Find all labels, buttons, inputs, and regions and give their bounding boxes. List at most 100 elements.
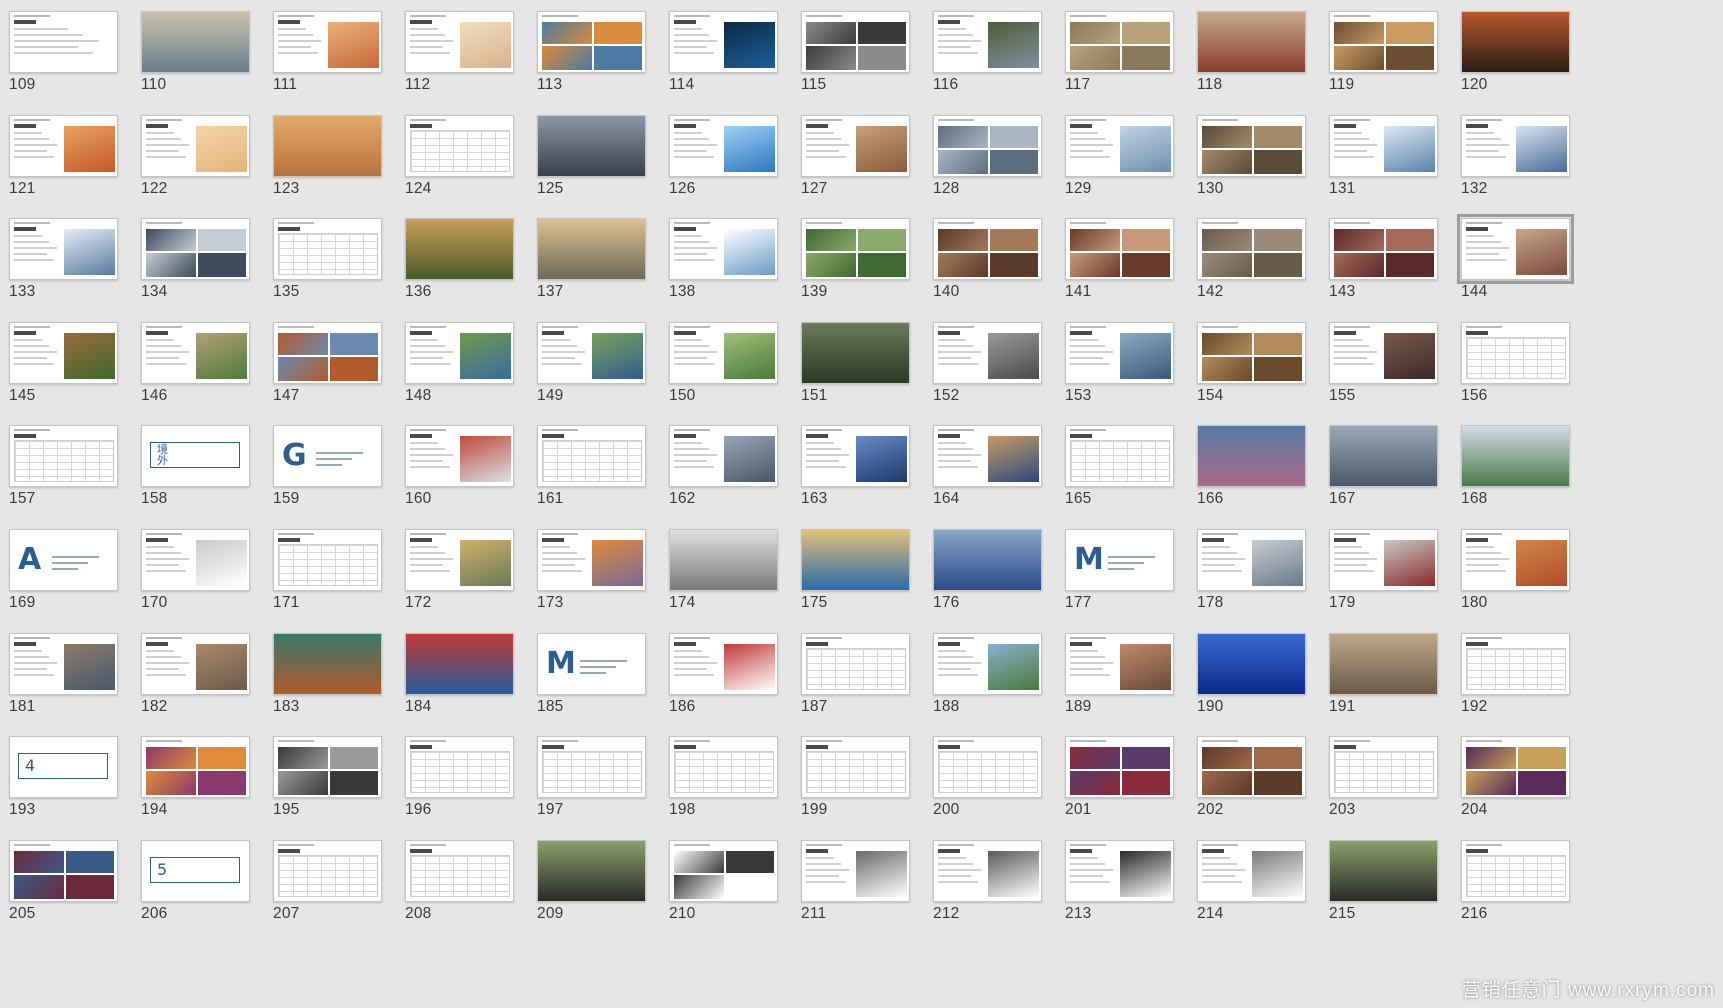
slide-preview[interactable] [1329, 632, 1438, 695]
slide-preview[interactable] [9, 321, 118, 384]
slide-thumbnail-115[interactable]: 115 [792, 0, 937, 114]
slide-preview[interactable] [405, 736, 514, 799]
slide-preview[interactable] [405, 114, 514, 177]
slide-thumbnail-208[interactable]: 208 [396, 829, 541, 943]
slide-thumbnail-142[interactable]: 142 [1188, 207, 1333, 321]
slide-preview[interactable] [1197, 425, 1306, 488]
slide-preview[interactable] [669, 321, 778, 384]
slide-preview[interactable] [1065, 425, 1174, 488]
slide-preview[interactable] [141, 736, 250, 799]
slide-thumbnail-128[interactable]: 128 [924, 104, 1069, 218]
slide-preview[interactable] [537, 839, 646, 902]
slide-preview[interactable] [933, 11, 1042, 73]
slide-preview[interactable] [1065, 218, 1174, 281]
slide-preview[interactable] [801, 839, 910, 902]
slide-preview[interactable] [273, 632, 382, 695]
slide-thumbnail-109[interactable]: 109 [0, 0, 145, 114]
slide-thumbnail-159[interactable]: G 159 [264, 414, 409, 528]
slide-thumbnail-209[interactable]: 209 [528, 829, 673, 943]
slide-thumbnail-177[interactable]: M 177 [1056, 518, 1201, 632]
slide-thumbnail-195[interactable]: 195 [264, 725, 409, 839]
slide-thumbnail-146[interactable]: 146 [132, 311, 277, 425]
slide-preview[interactable] [9, 218, 118, 281]
slide-thumbnail-170[interactable]: 170 [132, 518, 277, 632]
slide-thumbnail-132[interactable]: 132 [1452, 104, 1597, 218]
slide-thumbnail-153[interactable]: 153 [1056, 311, 1201, 425]
slide-preview[interactable] [1461, 632, 1570, 695]
slide-thumbnail-113[interactable]: 113 [528, 0, 673, 114]
slide-preview[interactable] [801, 11, 910, 73]
slide-preview[interactable] [933, 321, 1042, 384]
slide-thumbnail-155[interactable]: 155 [1320, 311, 1465, 425]
slide-preview[interactable] [1197, 321, 1306, 384]
slide-preview[interactable] [1329, 529, 1438, 591]
slide-preview[interactable] [537, 736, 646, 799]
slide-thumbnail-210[interactable]: 210 [660, 829, 805, 943]
slide-preview[interactable] [1461, 736, 1570, 799]
slide-thumbnail-194[interactable]: 194 [132, 725, 277, 839]
slide-thumbnail-152[interactable]: 152 [924, 311, 1069, 425]
slide-thumbnail-163[interactable]: 163 [792, 414, 937, 528]
slide-thumbnail-178[interactable]: 178 [1188, 518, 1333, 632]
slide-preview[interactable] [273, 736, 382, 799]
slide-thumbnail-162[interactable]: 162 [660, 414, 805, 528]
slide-thumbnail-198[interactable]: 198 [660, 725, 805, 839]
slide-preview[interactable] [669, 529, 778, 591]
slide-preview[interactable] [1329, 736, 1438, 799]
slide-preview[interactable]: M [537, 632, 646, 695]
slide-preview[interactable] [405, 529, 514, 591]
slide-thumbnail-174[interactable]: 174 [660, 518, 805, 632]
slide-preview[interactable] [669, 114, 778, 177]
slide-thumbnail-133[interactable]: 133 [0, 207, 145, 321]
slide-thumbnail-156[interactable]: 156 [1452, 311, 1597, 425]
slide-preview[interactable]: 境 外 [141, 425, 250, 488]
slide-thumbnail-185[interactable]: M 185 [528, 622, 673, 736]
slide-thumbnail-140[interactable]: 140 [924, 207, 1069, 321]
slide-thumbnail-149[interactable]: 149 [528, 311, 673, 425]
slide-preview[interactable] [141, 114, 250, 177]
slide-thumbnail-171[interactable]: 171 [264, 518, 409, 632]
slide-thumbnail-138[interactable]: 138 [660, 207, 805, 321]
slide-preview[interactable] [801, 529, 910, 591]
slide-thumbnail-216[interactable]: 216 [1452, 829, 1597, 943]
slide-thumbnail-160[interactable]: 160 [396, 414, 541, 528]
slide-thumbnail-147[interactable]: 147 [264, 311, 409, 425]
slide-preview[interactable] [1329, 839, 1438, 902]
slide-preview[interactable] [933, 425, 1042, 488]
slide-preview[interactable] [273, 218, 382, 281]
slide-thumbnail-110[interactable]: 110 [132, 0, 277, 114]
slide-preview[interactable] [933, 114, 1042, 177]
slide-thumbnail-117[interactable]: 117 [1056, 0, 1201, 114]
slide-thumbnail-200[interactable]: 200 [924, 725, 1069, 839]
slide-thumbnail-116[interactable]: 116 [924, 0, 1069, 114]
slide-thumbnail-111[interactable]: 111 [264, 0, 409, 114]
slide-preview[interactable] [405, 425, 514, 488]
slide-preview[interactable] [537, 425, 646, 488]
slide-thumbnail-207[interactable]: 207 [264, 829, 409, 943]
slide-thumbnail-180[interactable]: 180 [1452, 518, 1597, 632]
slide-preview[interactable] [1329, 321, 1438, 384]
slide-preview[interactable] [801, 218, 910, 281]
slide-preview[interactable] [405, 218, 514, 281]
slide-preview[interactable] [1065, 11, 1174, 73]
slide-preview[interactable] [1065, 736, 1174, 799]
slide-preview[interactable] [933, 218, 1042, 281]
slide-thumbnail-137[interactable]: 137 [528, 207, 673, 321]
slide-preview[interactable] [537, 321, 646, 384]
slide-preview[interactable]: 4 [9, 736, 118, 799]
slide-thumbnail-190[interactable]: 190 [1188, 622, 1333, 736]
slide-thumbnail-173[interactable]: 173 [528, 518, 673, 632]
slide-preview[interactable] [537, 218, 646, 281]
slide-thumbnail-211[interactable]: 211 [792, 829, 937, 943]
slide-thumbnail-183[interactable]: 183 [264, 622, 409, 736]
slide-thumbnail-165[interactable]: 165 [1056, 414, 1201, 528]
slide-thumbnail-192[interactable]: 192 [1452, 622, 1597, 736]
slide-preview[interactable] [405, 321, 514, 384]
slide-thumbnail-161[interactable]: 161 [528, 414, 673, 528]
slide-preview[interactable] [141, 218, 250, 281]
slide-thumbnail-118[interactable]: 118 [1188, 0, 1333, 114]
slide-preview[interactable] [1065, 321, 1174, 384]
slide-thumbnail-176[interactable]: 176 [924, 518, 1069, 632]
slide-thumbnail-202[interactable]: 202 [1188, 725, 1333, 839]
slide-preview[interactable] [1197, 632, 1306, 695]
